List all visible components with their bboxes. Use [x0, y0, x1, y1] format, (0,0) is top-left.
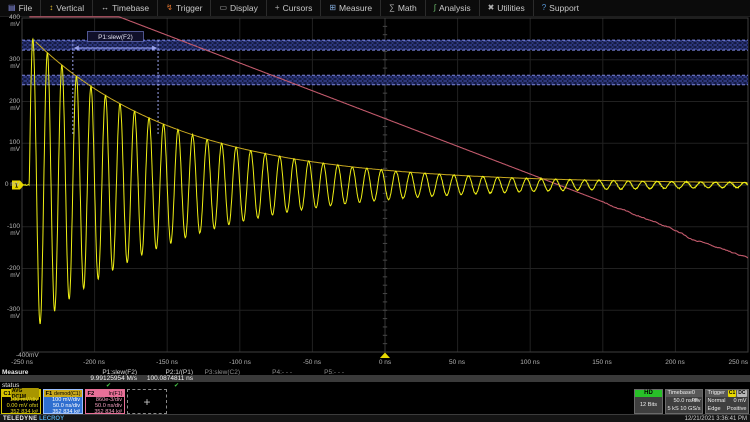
x-tick-n200ns: -200 ns — [74, 359, 114, 366]
trigger-source-badge: C1 — [728, 390, 736, 397]
function-f1-descriptor[interactable]: F1 demod(C1) 100 mV/div 50.0 ns/div 352 … — [43, 389, 83, 414]
trigger-coupling-badge: DC — [737, 390, 746, 397]
f1-settings: 100 mV/div 50.0 ns/div 352 834 k# — [44, 397, 82, 413]
f2-header: F2 ln(F1) — [86, 390, 124, 397]
timebase-box[interactable]: Timebase 0 ns 50.0 ns/div 5 kS 10 GS/s — [665, 389, 703, 414]
trigger-type: Edge — [708, 405, 721, 413]
y-tick-0mv: 0 mV — [0, 181, 20, 188]
f2-label: F2 — [88, 391, 95, 397]
timebase-samples: 5 kS — [668, 405, 679, 413]
status-bar: TELEDYNE LECROY 12/21/2021 3:36:41 PM — [0, 414, 750, 422]
y-tick-300mv: 300 mV — [0, 56, 20, 70]
y-tick-n100mv: -100 mV — [0, 223, 20, 237]
timebase-scale: 50.0 ns/div — [666, 397, 702, 405]
x-tick-150ns: 150 ns — [582, 359, 622, 366]
y-tick-n300mv: -300 mV — [0, 306, 20, 320]
datetime: 12/21/2021 3:36:41 PM — [685, 416, 747, 422]
function-f2-descriptor[interactable]: F2 ln(F1) 860e-3/div 50.0 ns/div 352 834… — [85, 389, 125, 414]
timebase-offset: 0 ns — [692, 390, 701, 397]
f1-header: F1 demod(C1) — [44, 390, 82, 397]
f1-label: F1 — [46, 391, 53, 397]
hd-mode-box[interactable]: HD 12 Bits — [634, 389, 663, 414]
c1-settings: 100 mV/div 0.00 mV ofst 352 834 k# — [2, 397, 40, 415]
y-tick-n400mv: -400mV — [16, 352, 42, 359]
f1-function: demod(C1) — [54, 391, 81, 397]
brand-teledyne: TELEDYNE — [3, 416, 37, 422]
y-tick-400mv: 400 mV — [0, 14, 20, 28]
x-tick-250ns: 250 ns — [715, 359, 748, 366]
oscilloscope-app: ▤File ↕Vertical ↔Timebase ↯Trigger ▭Disp… — [0, 0, 750, 422]
x-tick-0ns: 0 ns — [365, 359, 405, 366]
trigger-header: Trigger C1 DC — [706, 390, 748, 397]
teledyne-lecroy-logo: TELEDYNE LECROY — [3, 416, 64, 422]
param-p2-value: 100.0874811 ns — [123, 375, 193, 382]
timebase-title: Timebase — [668, 390, 692, 397]
trigger-level: 0 mV — [733, 397, 746, 405]
y-tick-200mv: 200 mV — [0, 98, 20, 112]
x-tick-200ns: 200 ns — [655, 359, 695, 366]
svg-text:P1:slew(F2): P1:slew(F2) — [98, 34, 133, 41]
c1-header: C1 AVG DC1M — [2, 390, 40, 397]
waveform-display[interactable]: P1:slew(F2)1 400 mV 300 mV 200 mV 100 mV… — [0, 0, 750, 422]
timebase-header: Timebase 0 ns — [666, 390, 702, 397]
param-p2-status-icon: ✔ — [174, 382, 179, 389]
x-tick-n100ns: -100 ns — [220, 359, 260, 366]
x-tick-n50ns: -50 ns — [292, 359, 332, 366]
channel-c1-descriptor[interactable]: C1 AVG DC1M 100 mV/div 0.00 mV ofst 352 … — [1, 389, 41, 414]
trigger-box[interactable]: Trigger C1 DC Normal 0 mV Edge Positive — [705, 389, 749, 414]
x-tick-n250ns: -250 ns — [2, 359, 42, 366]
x-tick-n150ns: -150 ns — [147, 359, 187, 366]
hd-bits: 12 Bits — [635, 397, 662, 413]
brand-lecroy: LECROY — [39, 416, 64, 422]
param-p1-status-icon: ✔ — [106, 382, 111, 389]
y-tick-n200mv: -200 mV — [0, 265, 20, 279]
x-tick-50ns: 50 ns — [437, 359, 477, 366]
trigger-mode: Normal — [708, 397, 726, 405]
hd-title: HD — [635, 390, 662, 397]
x-tick-100ns: 100 ns — [510, 359, 550, 366]
trigger-time-marker — [380, 353, 390, 359]
y-tick-100mv: 100 mV — [0, 139, 20, 153]
trigger-slope: Positive — [727, 405, 747, 413]
f2-function: ln(F1) — [109, 391, 123, 397]
f2-settings: 860e-3/div 50.0 ns/div 352 834 k# — [86, 397, 124, 415]
timebase-rate: 10 GS/s — [680, 405, 700, 413]
c1-label: C1 — [4, 391, 11, 397]
plus-icon: + — [143, 395, 150, 409]
trigger-title: Trigger — [708, 390, 727, 397]
add-trace-button[interactable]: + — [127, 389, 167, 414]
